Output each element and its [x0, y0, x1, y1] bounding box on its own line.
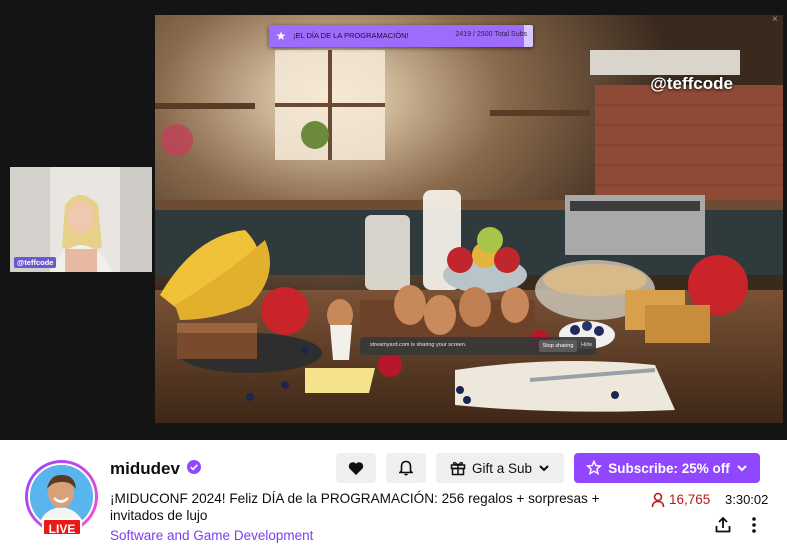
gift-sub-label: Gift a Sub — [471, 460, 533, 476]
star-icon — [586, 460, 603, 475]
notifications-button[interactable] — [386, 453, 426, 483]
screen-share-text: streamyard.com is sharing your screen. — [370, 342, 467, 348]
channel-info-bar: LIVE midudev ¡MIDUCONF 2024! Feliz DÍA d… — [0, 440, 787, 551]
category-link[interactable]: Software and Game Development — [110, 528, 313, 543]
verified-icon — [187, 460, 201, 474]
webcam-feed: @teffcode — [10, 167, 152, 272]
viewer-count: 16,765 — [669, 492, 711, 507]
subscribe-button[interactable]: Subscribe: 25% off — [574, 453, 760, 483]
chevron-down-icon — [737, 465, 747, 472]
hide-banner-button[interactable]: Hide — [581, 342, 592, 348]
video-player[interactable]: ★ ¡EL DÍA DE LA PROGRAMACIÓN! 2419 / 250… — [0, 0, 787, 440]
share-icon[interactable] — [714, 516, 732, 534]
follow-button[interactable] — [336, 453, 376, 483]
bell-icon — [399, 460, 413, 476]
screen-share-banner: streamyard.com is sharing your screen. S… — [360, 337, 596, 355]
star-icon: ★ — [275, 29, 287, 43]
live-badge: LIVE — [42, 518, 82, 536]
heart-icon — [348, 461, 364, 475]
gift-icon — [450, 461, 466, 476]
channel-name[interactable]: midudev — [110, 459, 180, 479]
chevron-down-icon — [539, 465, 549, 472]
stream-title: ¡MIDUCONF 2024! Feliz DÍA de la PROGRAMA… — [110, 491, 600, 523]
sub-goal-count: 2419 / 2500 Total Subs — [455, 31, 527, 38]
sub-goal-title: ¡EL DÍA DE LA PROGRAMACIÓN! — [293, 31, 409, 40]
more-vertical-icon[interactable] — [747, 516, 761, 534]
stop-sharing-button[interactable]: Stop sharing — [539, 340, 577, 352]
close-icon[interactable]: × — [772, 14, 778, 25]
streamer-handle-overlay: @teffcode — [650, 74, 733, 93]
webcam-name-tag: @teffcode — [14, 257, 57, 268]
stream-uptime: 3:30:02 — [725, 492, 769, 507]
person-icon — [651, 492, 665, 508]
sub-goal-progress-bar: ★ ¡EL DÍA DE LA PROGRAMACIÓN! 2419 / 250… — [269, 25, 533, 47]
stream-screen: ★ ¡EL DÍA DE LA PROGRAMACIÓN! 2419 / 250… — [155, 15, 783, 423]
subscribe-label: Subscribe: 25% off — [608, 460, 730, 476]
gift-sub-button[interactable]: Gift a Sub — [436, 453, 564, 483]
